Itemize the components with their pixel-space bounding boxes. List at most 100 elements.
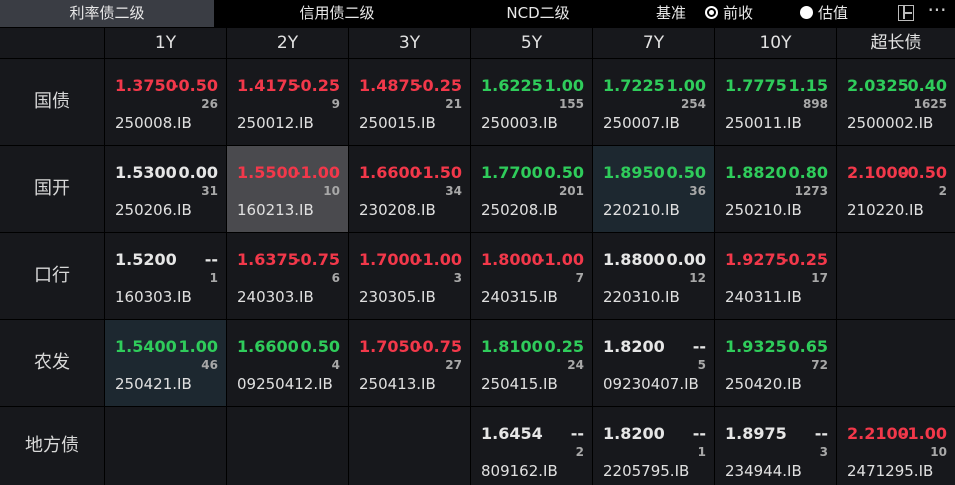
bond-cell[interactable]: 1.5500 -1.00 10 160213.IB	[227, 146, 348, 232]
change-value: 1.15	[788, 76, 828, 95]
bond-cell[interactable]: 1.5200 -- 1 160303.IB	[105, 233, 226, 319]
radio-valuation[interactable]: 估值	[800, 0, 848, 27]
yield-value: 1.6375	[237, 250, 299, 269]
bond-code: 250003.IB	[481, 114, 558, 132]
radio-prev-close[interactable]: 前收	[705, 0, 753, 27]
bond-cell[interactable]: 1.6375 -0.75 6 240303.IB	[227, 233, 348, 319]
trade-count: 1273	[794, 184, 828, 198]
bond-code: 234944.IB	[725, 462, 802, 480]
bond-cell[interactable]: 1.7775 1.15 898 250011.IB	[715, 59, 836, 145]
bond-cell[interactable]: 1.7050 -0.75 27 250413.IB	[349, 320, 470, 406]
basis-label: 基准	[656, 4, 687, 22]
yield-value: 1.8200	[603, 337, 665, 356]
bond-code: 250208.IB	[481, 201, 558, 219]
trade-count: 201	[558, 184, 584, 198]
trade-count: 3	[819, 445, 828, 459]
change-value: -0.25	[293, 76, 340, 95]
bond-cell[interactable]: 1.4875 -0.25 21 250015.IB	[349, 59, 470, 145]
bond-cell[interactable]: 2.0325 0.40 1625 2500002.IB	[837, 59, 955, 145]
tab-credit-bonds-secondary[interactable]: 信用债二级	[214, 0, 460, 27]
change-value: 0.80	[788, 163, 828, 182]
trade-count: 155	[558, 97, 584, 111]
change-value: 0.25	[544, 337, 584, 356]
bond-cell[interactable]: 1.9275 -0.25 17 240311.IB	[715, 233, 836, 319]
bond-code: 250420.IB	[725, 375, 802, 393]
bond-cell[interactable]: 2.1000 -0.50 2 210220.IB	[837, 146, 955, 232]
yield-value: 1.6225	[481, 76, 543, 95]
top-bar: 利率债二级 信用债二级 NCD二级 基准 前收 估值 ···	[0, 0, 955, 27]
trade-count: 17	[811, 271, 828, 285]
tab-rate-bonds-secondary[interactable]: 利率债二级	[0, 0, 214, 27]
bond-cell[interactable]: 1.5300 0.00 31 250206.IB	[105, 146, 226, 232]
change-value: -0.75	[415, 337, 462, 356]
bond-cell[interactable]: 1.6454 -- 2 809162.IB	[471, 407, 592, 485]
yield-value: 1.8975	[725, 424, 787, 443]
column-header: 3Y	[349, 28, 470, 58]
change-value: 0.00	[666, 250, 706, 269]
tab-ncd-secondary[interactable]: NCD二级	[460, 0, 616, 27]
radio-selected-icon	[705, 6, 718, 19]
yield-value: 1.4875	[359, 76, 421, 95]
bond-cell[interactable]: 1.8200 -- 1 2205795.IB	[593, 407, 714, 485]
bond-cell[interactable]: 1.8950 0.50 36 220210.IB	[593, 146, 714, 232]
bond-cell[interactable]: 1.8800 0.00 12 220310.IB	[593, 233, 714, 319]
yield-value: 1.5200	[115, 250, 177, 269]
trade-count: 34	[445, 184, 462, 198]
yield-value: 1.7000	[359, 250, 421, 269]
trade-count: 36	[689, 184, 706, 198]
trade-count: 1625	[913, 97, 947, 111]
bond-cell[interactable]: 1.5400 1.00 46 250421.IB	[105, 320, 226, 406]
bond-cell[interactable]: 1.8820 0.80 1273 250210.IB	[715, 146, 836, 232]
trade-count: 31	[201, 184, 218, 198]
bond-code: 09230407.IB	[603, 375, 699, 393]
bond-cell[interactable]: 1.4175 -0.25 9 250012.IB	[227, 59, 348, 145]
change-value: -0.50	[900, 163, 947, 182]
change-value: -1.00	[293, 163, 340, 182]
bond-cell[interactable]: 1.6225 1.00 155 250003.IB	[471, 59, 592, 145]
bond-cell[interactable]: 1.7700 0.50 201 250208.IB	[471, 146, 592, 232]
yield-value: 1.9325	[725, 337, 787, 356]
change-value: 0.50	[666, 163, 706, 182]
yield-value: 1.9275	[725, 250, 787, 269]
column-header: 2Y	[227, 28, 348, 58]
row-label: 国开	[0, 146, 104, 232]
bond-cell[interactable]: 2.2100 -1.00 10 2471295.IB	[837, 407, 955, 485]
yield-value: 1.7050	[359, 337, 421, 356]
change-value: 0.00	[178, 163, 218, 182]
layout-icon[interactable]	[898, 5, 914, 21]
trade-count: 46	[201, 358, 218, 372]
bond-cell[interactable]: 1.7000 -1.00 3 230305.IB	[349, 233, 470, 319]
trade-count: 7	[575, 271, 584, 285]
yield-value: 2.1000	[847, 163, 909, 182]
trade-count: 10	[930, 445, 947, 459]
bond-cell[interactable]: 1.3750 -0.50 26 250008.IB	[105, 59, 226, 145]
bond-cell[interactable]: 1.6600 -1.50 34 230208.IB	[349, 146, 470, 232]
bond-cell[interactable]: 1.9325 0.65 72 250420.IB	[715, 320, 836, 406]
bond-cell[interactable]: 1.8975 -- 3 234944.IB	[715, 407, 836, 485]
bond-cell[interactable]: 1.8100 0.25 24 250415.IB	[471, 320, 592, 406]
trade-count: 1	[697, 445, 706, 459]
change-value: -1.50	[415, 163, 462, 182]
trade-count: 6	[331, 271, 340, 285]
change-value: 0.50	[544, 163, 584, 182]
change-value: -0.75	[293, 250, 340, 269]
bond-cell[interactable]: 1.7225 1.00 254 250007.IB	[593, 59, 714, 145]
bond-code: 160213.IB	[237, 201, 314, 219]
change-value: -1.00	[415, 250, 462, 269]
yield-value: 1.8000	[481, 250, 543, 269]
bond-code: 220310.IB	[603, 288, 680, 306]
bond-cell[interactable]: 1.8200 -- 5 09230407.IB	[593, 320, 714, 406]
bond-code: 2205795.IB	[603, 462, 690, 480]
bond-code: 809162.IB	[481, 462, 558, 480]
column-header: 5Y	[471, 28, 592, 58]
bond-cell[interactable]: 1.6600 0.50 4 09250412.IB	[227, 320, 348, 406]
radio-prev-close-label: 前收	[723, 4, 754, 22]
yield-value: 1.5500	[237, 163, 299, 182]
bond-code: 250007.IB	[603, 114, 680, 132]
bond-code: 250413.IB	[359, 375, 436, 393]
bond-cell[interactable]: 1.8000 -1.00 7 240315.IB	[471, 233, 592, 319]
more-icon[interactable]: ···	[926, 0, 948, 23]
yield-value: 1.7225	[603, 76, 665, 95]
trade-count: 2	[575, 445, 584, 459]
bond-code: 09250412.IB	[237, 375, 333, 393]
